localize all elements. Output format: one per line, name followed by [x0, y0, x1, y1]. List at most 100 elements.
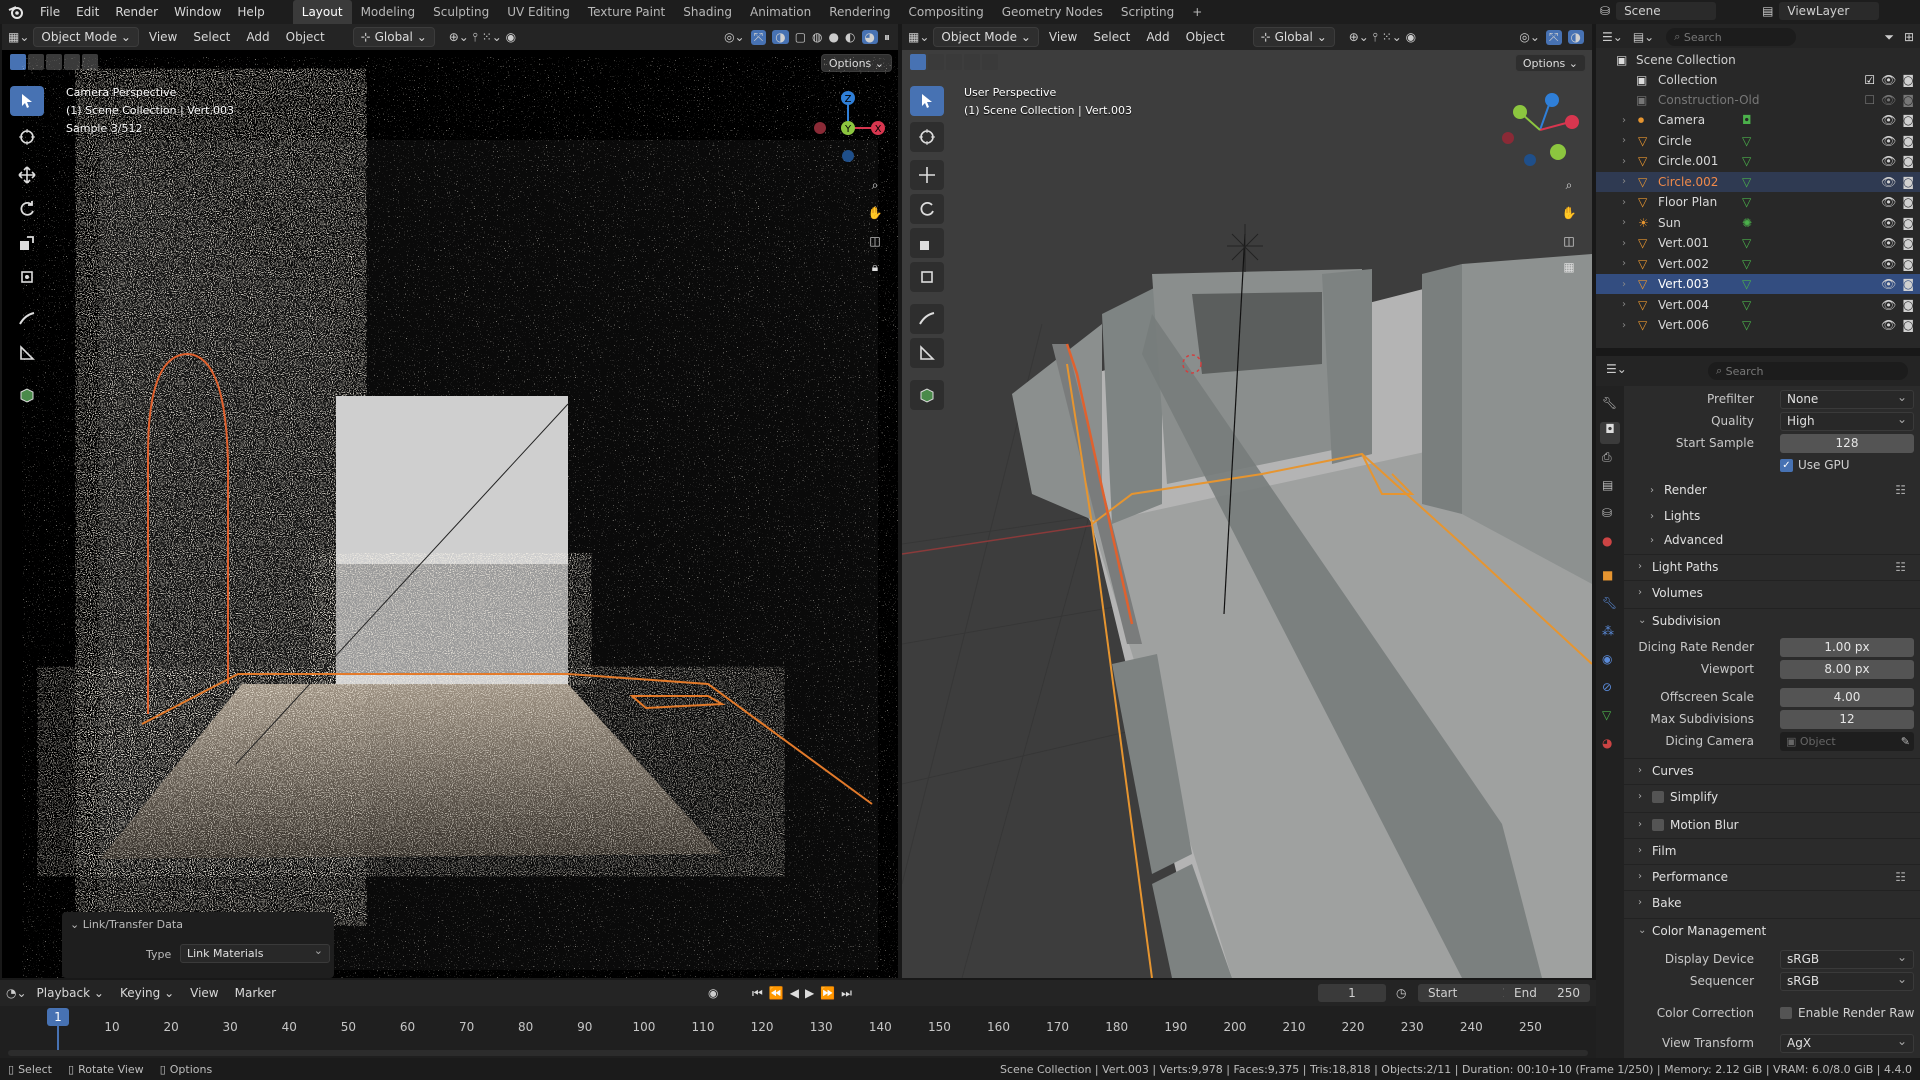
- end-frame-field[interactable]: End 250: [1504, 984, 1590, 1002]
- dicing-camera-field[interactable]: ▣ Object ✎: [1780, 731, 1914, 751]
- lights-subsection[interactable]: › Lights: [1636, 504, 1920, 528]
- camera-icon[interactable]: ◙: [1902, 257, 1914, 271]
- menu-playback[interactable]: Playback ⌄: [31, 986, 110, 1000]
- rotate-tool[interactable]: [10, 194, 44, 224]
- measure-tool[interactable]: [10, 338, 44, 368]
- simplify-checkbox[interactable]: [1652, 790, 1664, 803]
- tab-geometry-nodes[interactable]: Geometry Nodes: [993, 0, 1112, 24]
- expand-arrow-icon[interactable]: ›: [1622, 279, 1626, 290]
- camera-icon[interactable]: ◙: [1902, 236, 1914, 250]
- blender-logo-icon[interactable]: [0, 4, 32, 20]
- view-transform-dropdown[interactable]: AgX: [1780, 1033, 1914, 1053]
- navigation-gizmo-right[interactable]: [1500, 86, 1580, 166]
- sequencer-dropdown[interactable]: sRGB: [1780, 971, 1914, 991]
- scene-field[interactable]: Scene: [1616, 2, 1717, 20]
- material-tab-icon[interactable]: ◕: [1602, 736, 1612, 750]
- camera-icon[interactable]: ◙: [1902, 154, 1914, 168]
- simplify-section[interactable]: › Simplify: [1624, 784, 1920, 808]
- render-raw-checkbox[interactable]: [1780, 1007, 1792, 1019]
- timeline-editor-icon[interactable]: ◔⌄: [6, 986, 27, 1000]
- menu-edit[interactable]: Edit: [68, 0, 107, 24]
- menu-window[interactable]: Window: [166, 0, 229, 24]
- outliner-row-object[interactable]: › ▽ Circle.002 ▽ 👁︎ ◙: [1596, 171, 1920, 192]
- cursor-tool-right[interactable]: [910, 122, 944, 152]
- film-section[interactable]: › Film: [1624, 838, 1920, 862]
- bake-section[interactable]: › Bake: [1624, 890, 1920, 914]
- outliner-row-collection[interactable]: ▣ Collection ☑ 👁︎ ◙: [1596, 70, 1920, 90]
- eye-icon[interactable]: 👁︎: [1881, 154, 1896, 168]
- modifier-tab-icon[interactable]: 🔧︎: [1602, 596, 1617, 610]
- tab-modeling[interactable]: Modeling: [352, 0, 425, 24]
- move-tool[interactable]: [10, 160, 44, 190]
- max-subdivisions-field[interactable]: 12: [1780, 709, 1914, 729]
- grid-view-icon-right[interactable]: ▦: [1558, 256, 1580, 278]
- type-dropdown[interactable]: Link Materials: [180, 944, 330, 963]
- performance-section[interactable]: › Performance ☷: [1624, 864, 1920, 888]
- tool-tab-icon[interactable]: 🔧︎: [1602, 396, 1617, 410]
- left-viewport[interactable]: ▦⌄ Object Mode ⌄ View Select Add Object …: [2, 24, 898, 978]
- eye-icon[interactable]: 👁︎: [1881, 134, 1896, 148]
- eye-icon[interactable]: 👁︎: [1881, 113, 1896, 127]
- display-mode-icon[interactable]: ▤⌄: [1633, 30, 1654, 44]
- expand-arrow-icon[interactable]: ›: [1622, 217, 1626, 228]
- eye-icon[interactable]: 👁︎: [1881, 318, 1896, 332]
- menu-render[interactable]: Render: [107, 0, 166, 24]
- zoom-icon-right[interactable]: ⌕: [1558, 174, 1580, 196]
- annotate-tool-right[interactable]: [910, 304, 944, 334]
- outliner-row-object[interactable]: › ▽ Vert.004 ▽ 👁︎ ◙: [1596, 295, 1920, 315]
- expand-arrow-icon[interactable]: ›: [1622, 156, 1626, 167]
- checkbox-icon[interactable]: ☑: [1864, 73, 1875, 87]
- eye-icon[interactable]: 👁︎: [1881, 195, 1896, 209]
- checkbox-icon[interactable]: ☐: [1864, 93, 1875, 107]
- pan-hand-icon[interactable]: ✋: [864, 202, 886, 224]
- menu-timeline-view[interactable]: View: [184, 986, 224, 1000]
- zoom-icon[interactable]: ⌕: [864, 174, 886, 196]
- object-data-icon[interactable]: ▽: [1742, 318, 1751, 332]
- object-data-icon[interactable]: ▽: [1742, 195, 1751, 209]
- filter-icon[interactable]: ⏷: [1884, 30, 1894, 45]
- camera-icon[interactable]: ◙: [1902, 277, 1914, 291]
- camera-icon[interactable]: ◙: [1902, 113, 1914, 127]
- constraints-tab-icon[interactable]: ⊘: [1602, 680, 1612, 694]
- dicing-rate-field[interactable]: 1.00 px: [1780, 637, 1914, 657]
- panel-title[interactable]: ⌄ Link/Transfer Data: [70, 918, 183, 931]
- menu-help[interactable]: Help: [229, 0, 272, 24]
- render-tab-icon[interactable]: ◘: [1600, 422, 1620, 444]
- menu-marker[interactable]: Marker: [229, 986, 282, 1000]
- object-data-icon[interactable]: ▽: [1742, 298, 1751, 312]
- menu-keying[interactable]: Keying ⌄: [114, 986, 180, 1000]
- properties-search[interactable]: ⌕ Search: [1708, 362, 1908, 380]
- list-icon[interactable]: ☷: [1895, 560, 1906, 574]
- object-data-icon[interactable]: ✺: [1742, 216, 1752, 230]
- scene-tab-icon[interactable]: ⛁: [1602, 506, 1612, 520]
- quality-dropdown[interactable]: High: [1780, 411, 1914, 431]
- transform-tool[interactable]: [10, 262, 44, 292]
- outliner-row-object[interactable]: › ▽ Floor Plan ▽ 👁︎ ◙: [1596, 192, 1920, 212]
- outliner-row-object[interactable]: › ⏺ Camera ◘ 👁︎ ◙: [1596, 110, 1920, 130]
- outliner-search[interactable]: ⌕ Search: [1666, 28, 1797, 46]
- expand-arrow-icon[interactable]: ›: [1622, 258, 1626, 269]
- object-data-icon[interactable]: ▽: [1742, 134, 1751, 148]
- color-management-section[interactable]: ⌄ Color Management: [1624, 918, 1920, 942]
- tab-layout[interactable]: Layout: [292, 0, 352, 24]
- eye-icon[interactable]: 👁︎: [1881, 257, 1896, 271]
- object-data-icon[interactable]: ▽: [1742, 277, 1751, 291]
- tab-animation[interactable]: Animation: [741, 0, 820, 24]
- expand-arrow-icon[interactable]: ›: [1622, 299, 1626, 310]
- right-viewport[interactable]: ▦⌄ Object Mode ⌄ View Select Add Object …: [902, 24, 1592, 978]
- object-data-icon[interactable]: ▽: [1742, 257, 1751, 271]
- eye-icon[interactable]: 👁︎: [1881, 277, 1896, 291]
- eye-icon[interactable]: 👁︎: [1881, 298, 1896, 312]
- add-cube-tool-right[interactable]: [910, 380, 944, 410]
- volumes-section[interactable]: › Volumes: [1624, 580, 1920, 604]
- outliner-row-object[interactable]: › ▽ Circle.001 ▽ 👁︎ ◙: [1596, 151, 1920, 171]
- view-layer-field[interactable]: ViewLayer: [1779, 2, 1880, 20]
- prefilter-dropdown[interactable]: None: [1780, 389, 1914, 409]
- object-data-icon[interactable]: ▽: [1742, 154, 1751, 168]
- menu-file[interactable]: File: [32, 0, 68, 24]
- object-data-icon[interactable]: ▽: [1742, 236, 1751, 250]
- physics-tab-icon[interactable]: ◉: [1602, 652, 1612, 666]
- annotate-tool[interactable]: [10, 304, 44, 334]
- object-data-icon[interactable]: ◘: [1742, 113, 1752, 127]
- outliner-row-object[interactable]: › ▽ Circle ▽ 👁︎ ◙: [1596, 131, 1920, 151]
